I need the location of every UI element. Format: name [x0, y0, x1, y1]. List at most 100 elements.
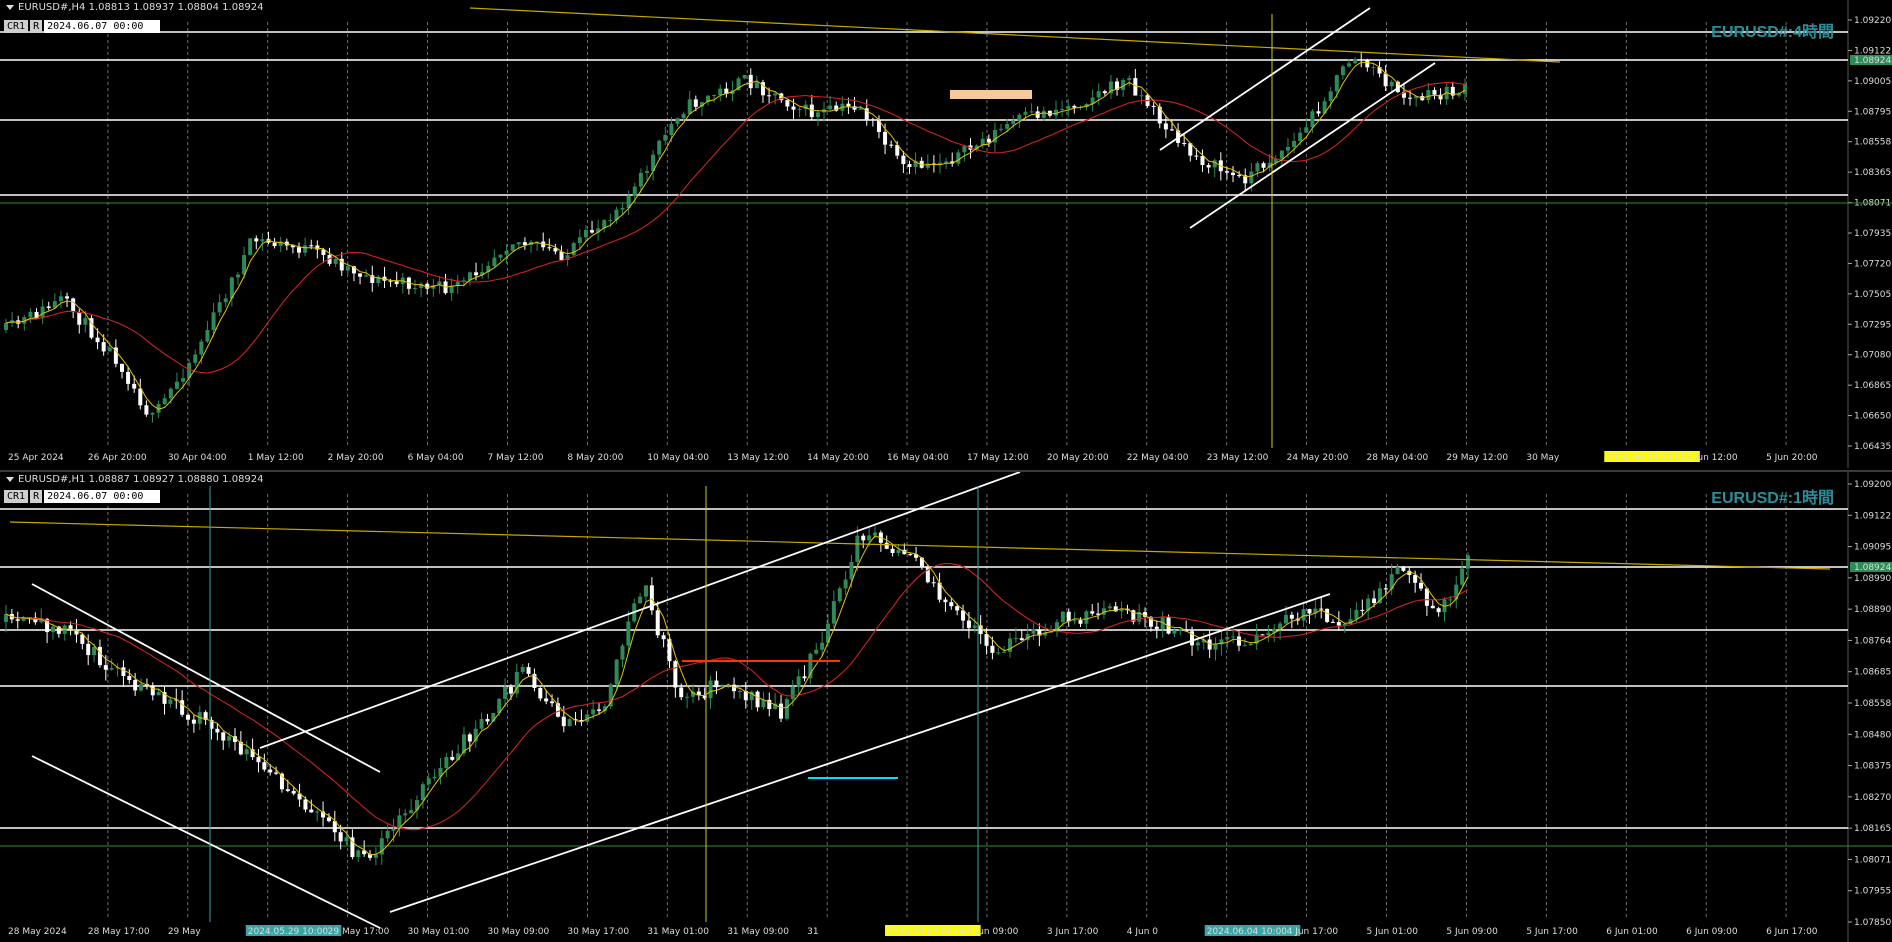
candle-body: [1448, 599, 1453, 601]
candle-body: [103, 665, 108, 670]
candle-body: [790, 686, 795, 700]
candle-body: [516, 242, 521, 245]
candle-body: [791, 106, 796, 110]
x-tick-label: 7 May 12:00: [487, 453, 543, 463]
candle-body: [1383, 73, 1388, 87]
candle-body: [1023, 111, 1028, 115]
candle-body: [101, 342, 106, 352]
candle-body: [1127, 78, 1132, 81]
candle-body: [815, 112, 820, 118]
h4-chart-pane[interactable]: 1.09220 1.09122 1.09005 1.08795 1.08558 1.083…: [0, 0, 1892, 468]
candle-body: [205, 330, 210, 342]
x-tick-label: 28 May 17:00: [88, 927, 150, 937]
candle-body: [972, 625, 977, 628]
candle-body: [50, 626, 55, 633]
annotation-rectangle: [950, 90, 1032, 99]
x-tick-label: 2024.05.29 10:00: [248, 927, 329, 937]
y-tick-label: 1.09005: [1854, 77, 1891, 87]
candle-body: [315, 811, 320, 813]
candle-body: [955, 606, 960, 611]
candle-body: [1206, 165, 1211, 168]
candle-body: [338, 832, 343, 842]
candle-body: [1248, 643, 1253, 646]
candle-body: [583, 230, 588, 238]
candle-body: [1151, 105, 1156, 107]
x-tick-label: 8 May 20:00: [567, 453, 623, 463]
y-tick-label: 1.08764: [1854, 636, 1891, 646]
candle-body: [986, 138, 991, 143]
candle-body: [809, 104, 814, 118]
x-tick-label: 6 Jun 17:00: [1766, 927, 1818, 937]
candle-body: [577, 237, 582, 244]
candle-body: [1365, 60, 1370, 68]
h1-r-tag[interactable]: R: [30, 490, 43, 503]
y-tick-label: 1.07295: [1854, 320, 1891, 330]
candle-body: [567, 719, 572, 727]
candle-body: [687, 99, 692, 114]
candle-body: [1266, 632, 1271, 636]
candle-body: [83, 318, 88, 325]
x-tick-label: 4 Jun 0: [1127, 927, 1159, 937]
candle-body: [1200, 156, 1205, 166]
candle-body: [15, 619, 20, 621]
candle-body: [291, 790, 296, 794]
candle-body: [884, 542, 889, 549]
candle-body: [235, 274, 240, 278]
h4-r-tag[interactable]: R: [30, 20, 43, 33]
h1-symbol-label: EURUSD#:1時間: [1711, 490, 1834, 507]
candle-body: [1424, 588, 1429, 606]
candle-body: [632, 186, 637, 196]
candle-body: [1389, 81, 1394, 87]
y-tick-label: 1.09220: [1854, 16, 1891, 26]
candle-body: [943, 599, 948, 603]
candle-body: [1066, 105, 1071, 109]
y-tick-label: 1.08795: [1854, 107, 1891, 117]
y-tick-label: 1.09122: [1854, 46, 1891, 56]
x-tick-label: 6 Jun 09:00: [1686, 927, 1738, 937]
candle-body: [315, 245, 320, 250]
h1-ohlc-text: EURUSD#,H1 1.08887 1.08927 1.08880 1.089…: [18, 474, 264, 485]
candle-body: [97, 646, 102, 666]
h4-cr-tag[interactable]: CR1: [4, 20, 29, 33]
h1-cr-tag[interactable]: CR1: [4, 490, 29, 503]
candle-body: [1107, 606, 1112, 609]
collapse-triangle-icon[interactable]: [6, 4, 14, 10]
candle-body: [1283, 614, 1288, 624]
x-tick-label: 31 May 01:00: [647, 927, 709, 937]
h1-chart-pane[interactable]: 1.09200 1.09122 1.09095 1.08990 1.08890 1.087…: [0, 470, 1892, 942]
h1-chart-canvas[interactable]: 1.09200 1.09122 1.09095 1.08990 1.08890 1.087…: [0, 472, 1892, 942]
x-tick-label: 31: [807, 927, 818, 937]
candle-body: [685, 696, 690, 698]
y-tick-label: 1.09095: [1854, 543, 1891, 553]
h1-date-tag[interactable]: 2024.06.07 00:00: [44, 490, 161, 503]
x-tick-label: 14 May 20:00: [807, 453, 869, 463]
x-tick-label: 2024.06.03 00:00: [887, 927, 968, 937]
collapse-triangle-icon[interactable]: [6, 476, 14, 482]
h4-symbol-label: EURUSD#:4時間: [1711, 24, 1834, 41]
candle-body: [1330, 621, 1335, 623]
candle-body: [1395, 567, 1400, 575]
candle-body: [1336, 621, 1341, 626]
candle-body: [150, 412, 155, 415]
candle-body: [297, 247, 302, 253]
candle-body: [444, 756, 449, 768]
candle-body: [1292, 140, 1297, 147]
h4-chart-canvas[interactable]: 1.09220 1.09122 1.09005 1.08795 1.08558 1.083…: [0, 0, 1892, 468]
candle-body: [1255, 163, 1260, 172]
candle-body: [303, 245, 308, 253]
x-tick-label: 16 May 04:00: [887, 453, 949, 463]
h4-date-tag[interactable]: 2024.06.07 00:00: [44, 20, 161, 33]
candle-body: [620, 645, 625, 660]
y-tick-label: 1.08990: [1854, 574, 1891, 584]
candle-body: [1163, 123, 1168, 130]
candle-body: [1182, 142, 1187, 144]
candle-body: [503, 687, 508, 699]
candle-body: [1285, 146, 1290, 151]
candle-body: [1013, 638, 1018, 640]
x-tick-label: 28 May 04:00: [1367, 453, 1429, 463]
candle-body: [150, 685, 155, 696]
x-tick-label: 29 May: [168, 927, 202, 937]
candle-body: [1078, 620, 1083, 624]
candle-body: [1019, 638, 1024, 641]
x-tick-label: 26 Apr 20:00: [88, 453, 147, 463]
